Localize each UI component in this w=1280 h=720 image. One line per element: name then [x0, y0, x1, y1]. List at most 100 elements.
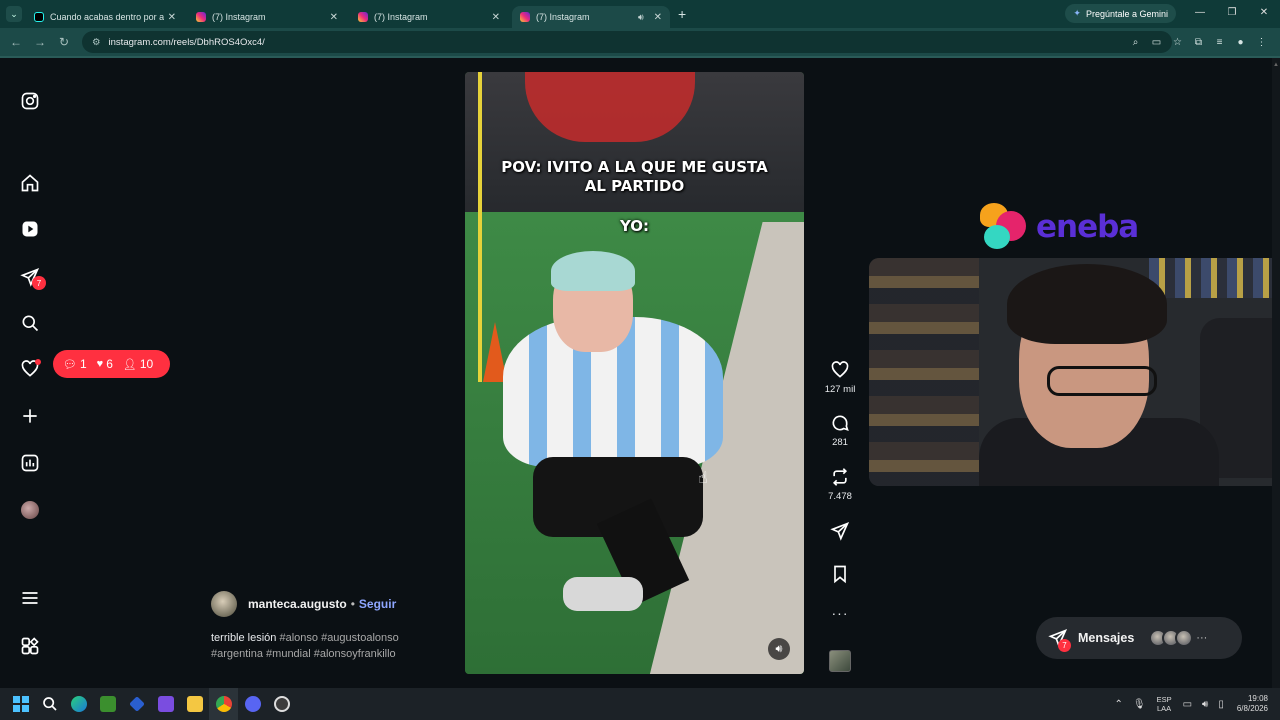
- tab-title: (7) Instagram: [374, 12, 428, 22]
- webcam-glasses: [1047, 366, 1157, 396]
- close-icon[interactable]: ✕: [330, 12, 338, 23]
- obs-icon[interactable]: [267, 688, 296, 720]
- chevron-up-icon[interactable]: ⌃: [1114, 699, 1122, 710]
- clock-date: 6/8/2026: [1236, 704, 1268, 713]
- activity-notification-pill[interactable]: 💬︎ 1 ♥ 6 👤︎ 10: [53, 350, 170, 378]
- bookmark-star-icon[interactable]: ☆: [1167, 37, 1188, 48]
- likes-value: 6: [106, 357, 113, 371]
- reload-icon[interactable]: ↻: [52, 35, 76, 49]
- restore-button[interactable]: ❐: [1216, 0, 1248, 28]
- microphone-icon[interactable]: 🎙︎: [1133, 699, 1146, 710]
- url-text: instagram.com/reels/DbhROS4Oxc4/: [108, 36, 265, 48]
- share-button[interactable]: [820, 521, 860, 545]
- file-explorer-icon[interactable]: [180, 688, 209, 720]
- search-icon[interactable]: [19, 312, 41, 334]
- language-indicator[interactable]: ESP LAA: [1157, 695, 1172, 713]
- video-shoe: [563, 577, 643, 611]
- gemini-icon: ✦: [1073, 8, 1081, 18]
- more-icon: ···: [1196, 632, 1208, 644]
- webcam-posters: [869, 258, 979, 486]
- home-icon[interactable]: [19, 172, 41, 194]
- messages-button[interactable]: 7 Mensajes ···: [1036, 617, 1242, 659]
- discord-icon[interactable]: [238, 688, 267, 720]
- instagram-icon: [358, 12, 368, 22]
- dashboard-icon[interactable]: [19, 452, 41, 474]
- volume-icon[interactable]: 🔊︎: [768, 638, 790, 660]
- send-icon: [830, 521, 850, 541]
- create-icon[interactable]: [19, 405, 41, 427]
- chrome-icon[interactable]: [209, 688, 238, 720]
- reels-icon[interactable]: [19, 218, 41, 240]
- repost-button[interactable]: 7.478: [820, 467, 860, 502]
- author-username[interactable]: manteca.augusto: [248, 597, 347, 611]
- tab-search-button[interactable]: ⌄: [6, 6, 22, 22]
- description-hashtags[interactable]: #alonso #augustoalonso: [279, 632, 398, 644]
- battery-icon[interactable]: ▯: [1218, 699, 1224, 710]
- edge-icon[interactable]: [64, 688, 93, 720]
- reel-description: terrible lesión #alonso #augustoalonso #…: [211, 631, 431, 662]
- likes-count: ♥ 6: [97, 357, 113, 371]
- messages-label: Mensajes: [1078, 631, 1135, 645]
- profile-icon[interactable]: ●: [1230, 37, 1251, 48]
- cast-icon[interactable]: ▭: [1146, 37, 1167, 48]
- instagram-icon: [196, 12, 206, 22]
- url-bar[interactable]: ⚙︎ instagram.com/reels/DbhROS4Oxc4/: [82, 31, 1172, 53]
- close-icon[interactable]: ✕: [168, 12, 176, 23]
- close-icon[interactable]: ✕: [492, 12, 500, 23]
- start-icon[interactable]: [6, 688, 35, 720]
- new-tab-button[interactable]: +: [678, 6, 686, 22]
- minecraft-icon[interactable]: [93, 688, 122, 720]
- close-window-button[interactable]: ✕: [1248, 0, 1280, 28]
- more-menu-icon[interactable]: [19, 587, 41, 609]
- browser-tab[interactable]: (7) Instagram ✕: [188, 6, 346, 28]
- clock-time: 19:08: [1247, 694, 1268, 703]
- video-person: [493, 247, 743, 627]
- windows-taskbar: ⌃ 🎙︎ ESP LAA ▭ 🔊︎ ▯ 19:08 6/8/2026: [0, 688, 1280, 720]
- system-tray: ⌃ 🎙︎ ESP LAA ▭ 🔊︎ ▯ 19:08 6/8/2026: [1109, 688, 1280, 720]
- profile-avatar[interactable]: [21, 501, 39, 519]
- sponsor-logo: eneba: [978, 201, 1139, 253]
- page-scrollbar[interactable]: ▲: [1272, 58, 1280, 688]
- also-from-meta-icon[interactable]: [19, 635, 41, 657]
- video-caption-yo: YO:: [619, 217, 650, 235]
- speaker-icon[interactable]: 🔊︎: [638, 12, 644, 23]
- like-button[interactable]: 127 mil: [820, 360, 860, 395]
- audio-thumbnail[interactable]: [829, 650, 851, 672]
- tab-strip-icon[interactable]: ≡: [1209, 37, 1230, 48]
- search-icon[interactable]: [35, 688, 64, 720]
- description-hashtags[interactable]: #argentina #mundial #alonsoyfrankillo: [211, 647, 431, 663]
- avatar: [1175, 629, 1194, 647]
- volume-icon[interactable]: 🔊︎: [1202, 699, 1208, 710]
- extensions-icon[interactable]: ⧉: [1188, 37, 1209, 48]
- forward-icon[interactable]: →: [28, 35, 52, 49]
- scroll-up-icon[interactable]: ▲: [1273, 62, 1279, 68]
- network-icon[interactable]: ▭: [1183, 699, 1192, 710]
- site-info-icon[interactable]: ⚙︎: [92, 37, 101, 48]
- browser-tab-active[interactable]: (7) Instagram 🔊︎ ✕: [512, 6, 670, 28]
- browser-tab[interactable]: Cuando acabas dentro por acci ✕: [26, 6, 184, 28]
- reel-video[interactable]: POV: IVITO A LA QUE ME GUSTA AL PARTIDO …: [465, 72, 804, 674]
- browser-tab[interactable]: (7) Instagram ✕: [350, 6, 508, 28]
- author-avatar[interactable]: [211, 591, 237, 617]
- tab-title: (7) Instagram: [536, 12, 590, 22]
- save-button[interactable]: [820, 564, 860, 588]
- ask-gemini-button[interactable]: ✦ Pregúntale a Gemini: [1065, 4, 1176, 23]
- close-icon[interactable]: ✕: [654, 12, 662, 23]
- back-icon[interactable]: ←: [4, 35, 28, 49]
- window-controls: — ❐ ✕: [1184, 0, 1280, 28]
- store-icon[interactable]: [151, 688, 180, 720]
- video-hair: [551, 251, 635, 291]
- comment-button[interactable]: 281: [820, 413, 860, 448]
- webcam-shelf: [1149, 258, 1280, 298]
- video-caption: POV: IVITO A LA QUE ME GUSTA AL PARTIDO: [465, 158, 804, 196]
- follow-button[interactable]: Seguir: [359, 597, 396, 611]
- app-icon[interactable]: [122, 688, 151, 720]
- clock[interactable]: 19:08 6/8/2026: [1237, 694, 1268, 714]
- sponsor-name: eneba: [1036, 209, 1139, 245]
- more-options-icon[interactable]: ···: [820, 605, 860, 621]
- minimize-button[interactable]: —: [1184, 0, 1216, 28]
- zoom-icon[interactable]: ⌕: [1125, 37, 1146, 48]
- browser-tab-bar: ⌄ Cuando acabas dentro por acci ✕ (7) In…: [0, 0, 1280, 28]
- instagram-logo-icon[interactable]: [19, 90, 41, 112]
- menu-icon[interactable]: ⋮: [1251, 37, 1272, 48]
